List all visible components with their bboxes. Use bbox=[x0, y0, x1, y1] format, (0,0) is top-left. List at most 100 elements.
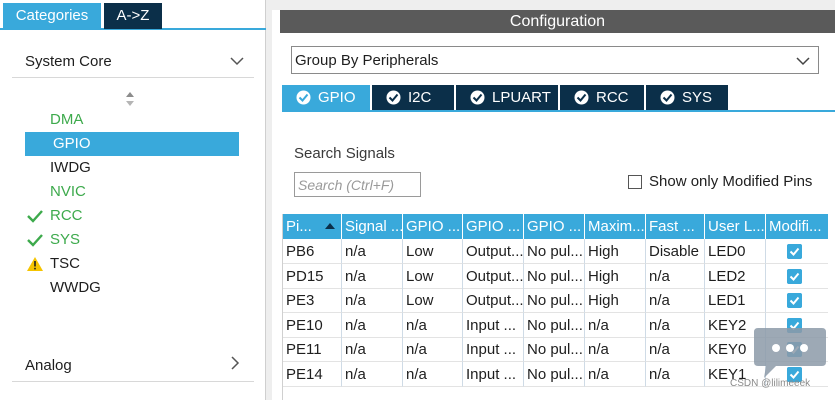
category-item-gpio[interactable]: GPIO bbox=[25, 132, 239, 156]
column-header-7[interactable]: User L... bbox=[705, 214, 766, 239]
system-core-title: System Core bbox=[25, 53, 112, 70]
gpio-pin-table: Pi... Signal ... GPIO ... GPIO ... GPIO ... M… bbox=[282, 214, 828, 400]
category-item-label: RCC bbox=[50, 207, 83, 224]
table-cell: LED1 bbox=[705, 288, 766, 313]
table-cell: Input ... bbox=[463, 337, 524, 362]
show-modified-checkbox[interactable] bbox=[628, 175, 642, 189]
modified-checkbox[interactable] bbox=[787, 268, 802, 284]
modified-checkbox[interactable] bbox=[787, 244, 802, 259]
table-cell: n/a bbox=[646, 337, 705, 362]
tab-label: GPIO bbox=[318, 89, 356, 106]
category-item-nvic[interactable]: NVIC bbox=[25, 180, 239, 204]
column-header-3[interactable]: GPIO ... bbox=[463, 214, 524, 239]
table-cell: No pul... bbox=[524, 361, 585, 387]
chevron-down-icon[interactable] bbox=[230, 54, 244, 68]
tab-rcc[interactable]: RCC bbox=[560, 85, 644, 110]
category-item-dma[interactable]: DMA bbox=[25, 108, 239, 132]
modified-cell bbox=[766, 239, 828, 264]
category-item-rcc[interactable]: RCC bbox=[25, 204, 239, 228]
tab-label: I2C bbox=[408, 89, 432, 106]
modified-cell bbox=[766, 264, 828, 289]
show-modified-label: Show only Modified Pins bbox=[649, 173, 813, 190]
table-cell: No pul... bbox=[524, 337, 585, 362]
chevron-right-icon[interactable] bbox=[228, 356, 242, 370]
peripheral-tabs: GPIO I2C LPUART RCC SYS bbox=[282, 85, 835, 112]
table-row[interactable]: PD15 n/a Low Output... No pul... High n/a LED2 bbox=[283, 263, 828, 289]
table-cell: No pul... bbox=[524, 288, 585, 313]
chat-bubble-icon[interactable] bbox=[752, 324, 828, 382]
table-cell: n/a bbox=[342, 337, 403, 362]
search-signals-input[interactable] bbox=[294, 172, 421, 197]
category-item-label: DMA bbox=[50, 111, 84, 128]
table-cell: n/a bbox=[342, 288, 403, 313]
tab-gpio[interactable]: GPIO bbox=[282, 85, 370, 110]
table-cell: Output... bbox=[463, 288, 524, 313]
tab-label: SYS bbox=[682, 89, 713, 106]
column-header-0[interactable]: Pi... bbox=[283, 214, 342, 239]
table-row[interactable]: PE3 n/a Low Output... No pul... High n/a LED1 bbox=[283, 288, 828, 313]
sort-arrows-icon[interactable] bbox=[124, 90, 136, 108]
table-cell: PD15 bbox=[283, 263, 342, 289]
check-circle-icon bbox=[470, 90, 485, 105]
table-cell: n/a bbox=[585, 337, 646, 362]
check-circle-icon bbox=[296, 90, 311, 105]
modified-cell bbox=[766, 288, 828, 313]
configuration-panel: Configuration Group By Peripherals GPIO I… bbox=[272, 0, 835, 400]
group-by-value: Group By Peripherals bbox=[295, 52, 439, 69]
table-cell: High bbox=[585, 239, 646, 264]
tab-categories[interactable]: Categories bbox=[3, 3, 101, 29]
tab-sys[interactable]: SYS bbox=[646, 85, 728, 110]
table-cell: Low bbox=[403, 263, 463, 289]
table-cell: n/a bbox=[403, 312, 463, 338]
table-cell: n/a bbox=[403, 361, 463, 387]
green-check-icon bbox=[27, 234, 43, 247]
category-item-label: NVIC bbox=[50, 183, 86, 200]
analog-section-header[interactable]: Analog bbox=[12, 350, 254, 382]
tab-a-to-z[interactable]: A->Z bbox=[104, 3, 162, 29]
tab-i2c[interactable]: I2C bbox=[372, 85, 454, 110]
table-cell: Disable bbox=[646, 239, 705, 264]
category-item-iwdg[interactable]: IWDG bbox=[25, 156, 239, 180]
table-cell: Output... bbox=[463, 239, 524, 264]
table-cell: PE11 bbox=[283, 337, 342, 362]
category-item-sys[interactable]: SYS bbox=[25, 228, 239, 252]
table-cell: n/a bbox=[342, 312, 403, 338]
group-by-dropdown[interactable]: Group By Peripherals bbox=[291, 46, 819, 74]
system-core-section-header[interactable]: System Core bbox=[12, 46, 254, 78]
column-header-1[interactable]: Signal ... bbox=[342, 214, 403, 239]
column-header-5[interactable]: Maxim... bbox=[585, 214, 646, 239]
chevron-down-icon[interactable] bbox=[796, 54, 810, 68]
category-item-label: WWDG bbox=[50, 279, 101, 296]
table-row[interactable]: PB6 n/a Low Output... No pul... High Disable LE… bbox=[283, 239, 828, 264]
table-row[interactable]: PE10 n/a n/a Input ... No pul... n/a n/a KEY2 bbox=[283, 312, 828, 338]
column-header-2[interactable]: GPIO ... bbox=[403, 214, 463, 239]
column-header-6[interactable]: Fast ... bbox=[646, 214, 705, 239]
table-cell: PB6 bbox=[283, 239, 342, 264]
category-item-label: IWDG bbox=[50, 159, 91, 176]
table-cell: n/a bbox=[585, 361, 646, 387]
tab-label: LPUART bbox=[492, 89, 551, 106]
green-check-icon bbox=[27, 210, 43, 223]
category-list: DMA GPIO IWDG NVIC RCC SYS TSC WWDG bbox=[25, 108, 239, 300]
tab-lpuart[interactable]: LPUART bbox=[456, 85, 558, 110]
analog-title: Analog bbox=[25, 357, 72, 374]
modified-checkbox[interactable] bbox=[787, 293, 802, 308]
category-item-tsc[interactable]: TSC bbox=[25, 252, 239, 276]
table-cell: High bbox=[585, 263, 646, 289]
table-header-row: Pi... Signal ... GPIO ... GPIO ... GPIO ... M… bbox=[283, 214, 828, 239]
column-header-4[interactable]: GPIO ... bbox=[524, 214, 585, 239]
table-cell: Low bbox=[403, 239, 463, 264]
table-cell: LED2 bbox=[705, 263, 766, 289]
table-cell: LED0 bbox=[705, 239, 766, 264]
search-signals-label: Search Signals bbox=[294, 145, 395, 162]
table-row[interactable]: PE11 n/a n/a Input ... No pul... n/a n/a KEY0 bbox=[283, 337, 828, 362]
table-cell: n/a bbox=[585, 312, 646, 338]
category-tab-bar: Categories A->Z bbox=[0, 0, 266, 30]
table-cell: n/a bbox=[403, 337, 463, 362]
table-cell: Input ... bbox=[463, 361, 524, 387]
table-cell: n/a bbox=[646, 288, 705, 313]
table-cell: High bbox=[585, 288, 646, 313]
watermark: CSDN @lilimeeek bbox=[730, 378, 811, 389]
column-header-8[interactable]: Modifi... bbox=[766, 214, 828, 239]
category-item-wwdg[interactable]: WWDG bbox=[25, 276, 239, 300]
